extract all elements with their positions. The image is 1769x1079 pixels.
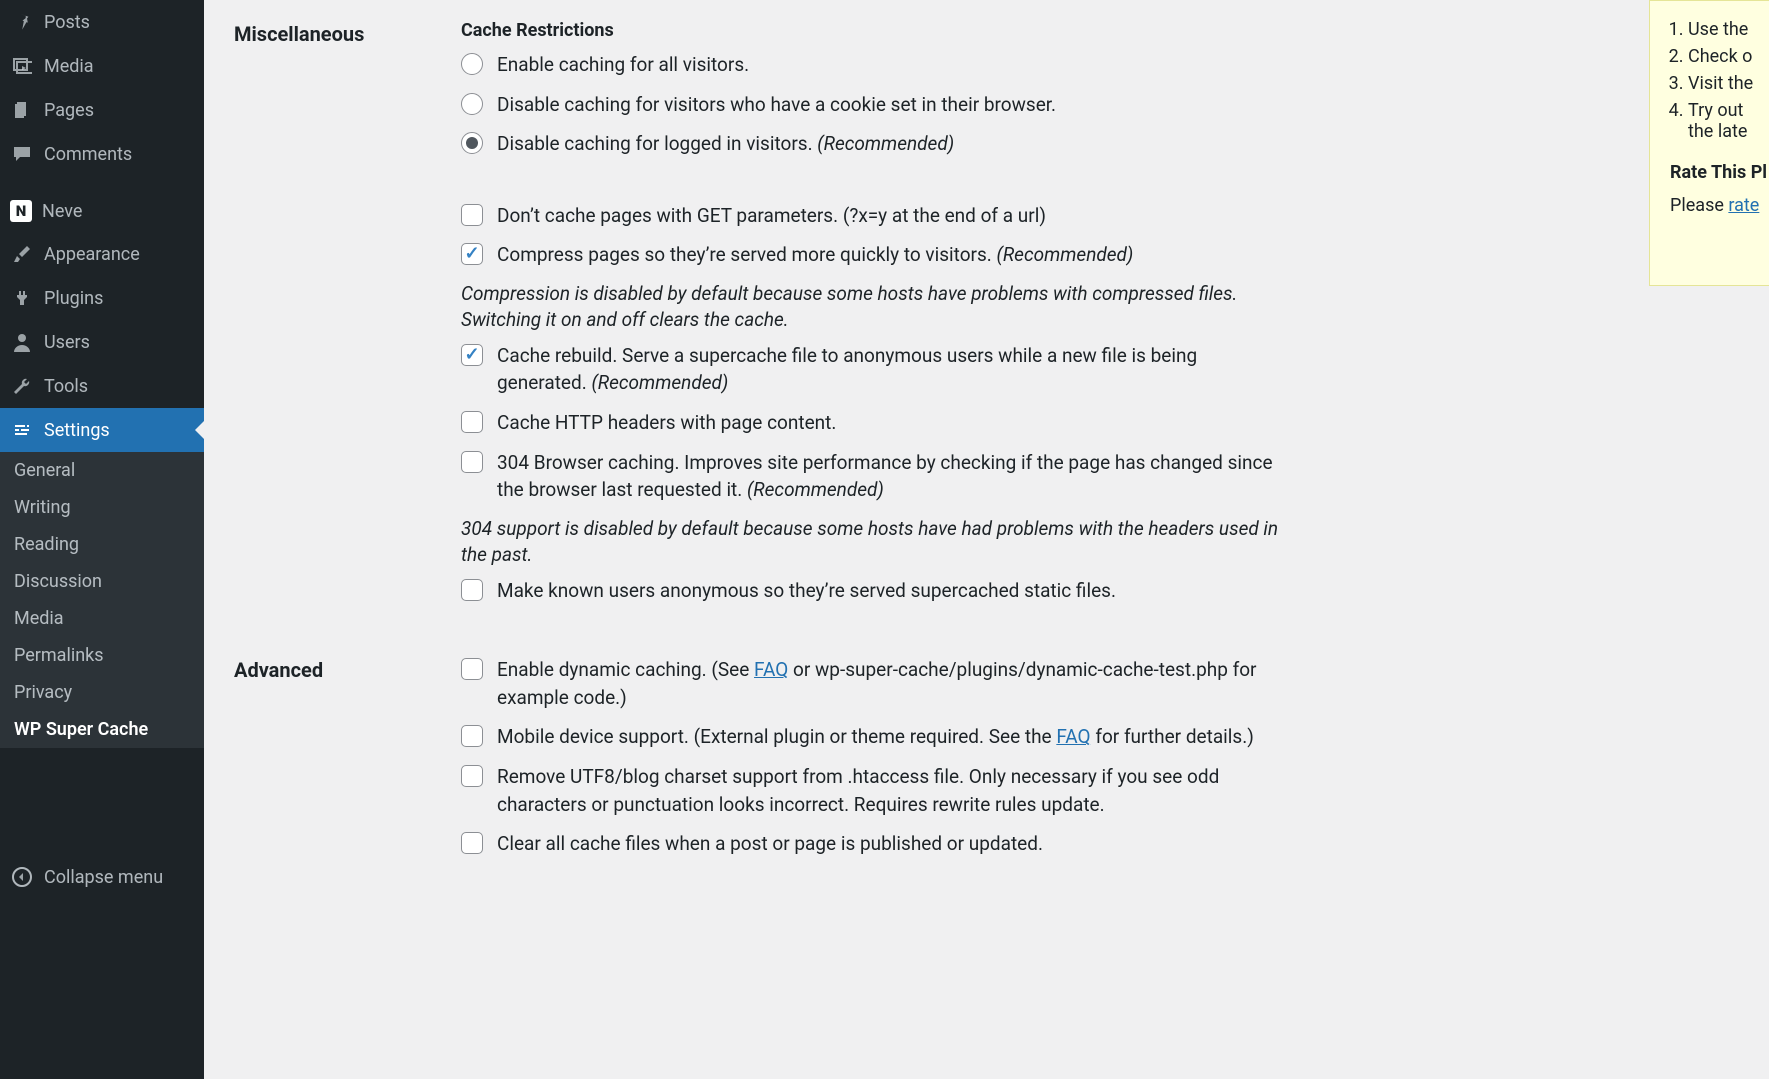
submenu-media[interactable]: Media: [0, 600, 204, 637]
checkbox-remove-utf8[interactable]: Remove UTF8/blog charset support from .h…: [461, 763, 1281, 818]
wrench-icon: [10, 374, 34, 398]
checkbox-dynamic-caching[interactable]: Enable dynamic caching. (See FAQ or wp-s…: [461, 656, 1281, 711]
option-label: Cache HTTP headers with page content.: [497, 409, 836, 437]
checkbox-mobile-support[interactable]: Mobile device support. (External plugin …: [461, 723, 1281, 751]
comment-icon: [10, 142, 34, 166]
brush-icon: [10, 242, 34, 266]
sidebar-item-appearance[interactable]: Appearance: [0, 232, 204, 276]
collapse-icon: [10, 865, 34, 889]
collapse-label: Collapse menu: [44, 867, 163, 888]
checkbox-make-anonymous[interactable]: Make known users anonymous so they’re se…: [461, 577, 1281, 605]
info-item: Check o: [1688, 46, 1769, 67]
option-label: Don’t cache pages with GET parameters. (…: [497, 202, 1046, 230]
user-icon: [10, 330, 34, 354]
info-item: Try out the late: [1688, 100, 1769, 142]
radio-icon: [461, 53, 483, 75]
pages-icon: [10, 98, 34, 122]
plug-icon: [10, 286, 34, 310]
settings-submenu: General Writing Reading Discussion Media…: [0, 452, 204, 748]
sidebar-item-label: Pages: [44, 100, 94, 121]
radio-disable-caching-cookie[interactable]: Disable caching for visitors who have a …: [461, 91, 1281, 119]
media-icon: [10, 54, 34, 78]
sidebar-item-comments[interactable]: Comments: [0, 132, 204, 176]
option-label: Disable caching for logged in visitors. …: [497, 130, 954, 158]
heading-cache-restrictions: Cache Restrictions: [461, 20, 1281, 41]
submenu-general[interactable]: General: [0, 452, 204, 489]
rate-plugin-heading: Rate This Pl: [1670, 162, 1769, 183]
option-label: 304 Browser caching. Improves site perfo…: [497, 449, 1281, 504]
option-label: Mobile device support. (External plugin …: [497, 723, 1254, 751]
submenu-writing[interactable]: Writing: [0, 489, 204, 526]
radio-enable-caching-all[interactable]: Enable caching for all visitors.: [461, 51, 1281, 79]
option-label: Remove UTF8/blog charset support from .h…: [497, 763, 1281, 818]
checkbox-icon: [461, 832, 483, 854]
option-label: Disable caching for visitors who have a …: [497, 91, 1056, 119]
info-item: Use the: [1688, 19, 1769, 40]
sidebar-item-label: Users: [44, 332, 90, 353]
main-content: Miscellaneous Cache Restrictions Enable …: [204, 0, 1769, 1079]
sidebar-item-settings[interactable]: Settings: [0, 408, 204, 452]
rate-plugin-text: Please rate: [1670, 195, 1769, 216]
sidebar-item-media[interactable]: Media: [0, 44, 204, 88]
option-label: Enable caching for all visitors.: [497, 51, 749, 79]
checkbox-icon: [461, 243, 483, 265]
sidebar-item-label: Tools: [44, 376, 88, 397]
checkbox-cache-rebuild[interactable]: Cache rebuild. Serve a supercache file t…: [461, 342, 1281, 397]
sidebar-item-pages[interactable]: Pages: [0, 88, 204, 132]
sidebar-item-posts[interactable]: Posts: [0, 0, 204, 44]
option-label: Clear all cache files when a post or pag…: [497, 830, 1043, 858]
pin-icon: [10, 10, 34, 34]
option-label: Cache rebuild. Serve a supercache file t…: [497, 342, 1281, 397]
sidebar-item-label: Posts: [44, 12, 90, 33]
sidebar-item-label: Settings: [44, 420, 110, 441]
sidebar-item-users[interactable]: Users: [0, 320, 204, 364]
radio-icon: [461, 132, 483, 154]
sidebar-item-label: Comments: [44, 144, 132, 165]
sidebar-item-label: Media: [44, 56, 94, 77]
checkbox-compress-pages[interactable]: Compress pages so they’re served more qu…: [461, 241, 1281, 269]
note-304: 304 support is disabled by default becau…: [461, 516, 1281, 569]
checkbox-icon: [461, 765, 483, 787]
checkbox-dont-cache-get[interactable]: Don’t cache pages with GET parameters. (…: [461, 202, 1281, 230]
link-rate[interactable]: rate: [1728, 195, 1759, 216]
checkbox-icon: [461, 204, 483, 226]
checkbox-icon: [461, 658, 483, 680]
submenu-privacy[interactable]: Privacy: [0, 674, 204, 711]
checkbox-icon: [461, 579, 483, 601]
checkbox-clear-cache-on-publish[interactable]: Clear all cache files when a post or pag…: [461, 830, 1281, 858]
section-label-advanced: Advanced: [234, 656, 441, 869]
checkbox-icon: [461, 344, 483, 366]
link-faq-dynamic[interactable]: FAQ: [754, 658, 788, 681]
info-item: Visit the: [1688, 73, 1769, 94]
sliders-icon: [10, 418, 34, 442]
sidebar-item-neve[interactable]: N Neve: [0, 190, 204, 232]
submenu-permalinks[interactable]: Permalinks: [0, 637, 204, 674]
submenu-discussion[interactable]: Discussion: [0, 563, 204, 600]
collapse-menu-button[interactable]: Collapse menu: [0, 855, 204, 899]
sidebar-item-label: Neve: [42, 201, 82, 222]
note-compression: Compression is disabled by default becau…: [461, 281, 1281, 334]
submenu-wp-super-cache[interactable]: WP Super Cache: [0, 711, 204, 748]
submenu-reading[interactable]: Reading: [0, 526, 204, 563]
admin-sidebar: Posts Media Pages Comments N Neve: [0, 0, 204, 1079]
sidebar-item-plugins[interactable]: Plugins: [0, 276, 204, 320]
section-label-miscellaneous: Miscellaneous: [234, 20, 441, 616]
link-faq-mobile[interactable]: FAQ: [1056, 725, 1090, 748]
checkbox-cache-http-headers[interactable]: Cache HTTP headers with page content.: [461, 409, 1281, 437]
checkbox-icon: [461, 411, 483, 433]
checkbox-icon: [461, 451, 483, 473]
radio-icon: [461, 93, 483, 115]
option-label: Make known users anonymous so they’re se…: [497, 577, 1116, 605]
sidebar-item-label: Plugins: [44, 288, 103, 309]
info-sidebar-box: Use the Check o Visit the Try out the la…: [1649, 0, 1769, 286]
neve-icon: N: [10, 200, 32, 222]
sidebar-item-label: Appearance: [44, 244, 140, 265]
radio-disable-caching-logged-in[interactable]: Disable caching for logged in visitors. …: [461, 130, 1281, 158]
option-label: Enable dynamic caching. (See FAQ or wp-s…: [497, 656, 1281, 711]
option-label: Compress pages so they’re served more qu…: [497, 241, 1133, 269]
checkbox-icon: [461, 725, 483, 747]
sidebar-item-tools[interactable]: Tools: [0, 364, 204, 408]
checkbox-304-browser-caching[interactable]: 304 Browser caching. Improves site perfo…: [461, 449, 1281, 504]
